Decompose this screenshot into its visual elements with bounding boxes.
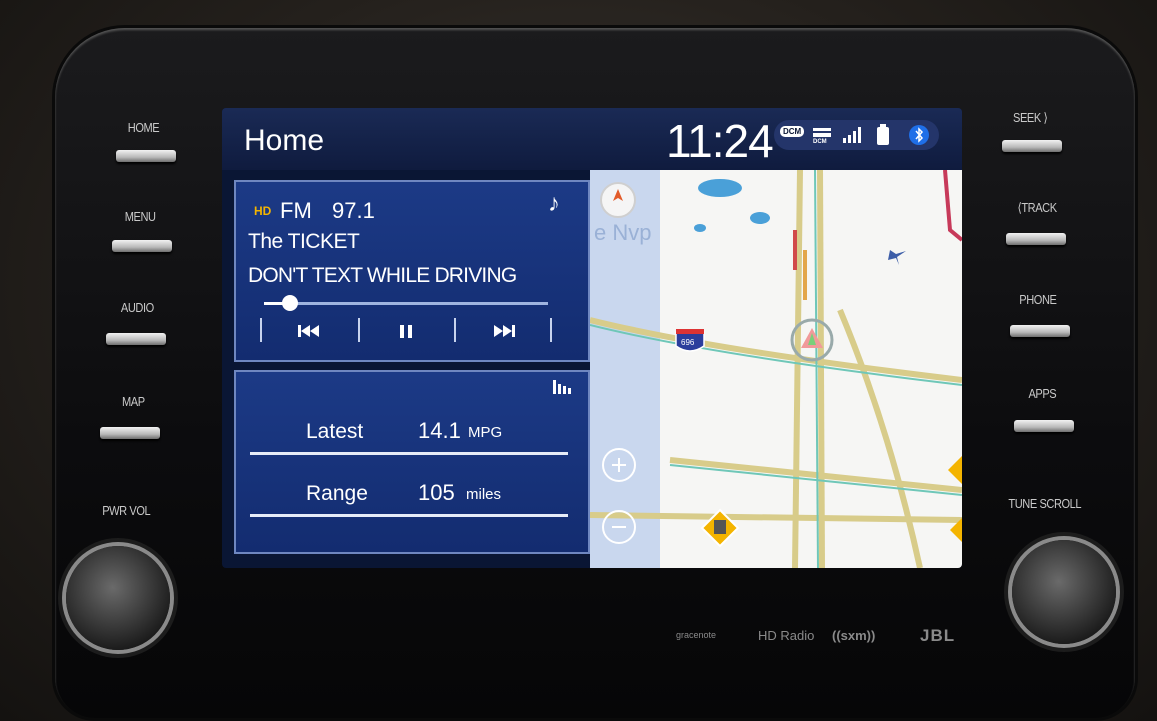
apps-hw-label: APPS (1028, 386, 1057, 401)
station-name: The TICKET (248, 230, 360, 253)
divider (260, 318, 262, 342)
divider (550, 318, 552, 342)
map-tile[interactable]: 696 e Nvp (590, 170, 962, 568)
progress-track[interactable] (264, 295, 548, 311)
hd-radio-logo: HD Radio (758, 628, 815, 643)
status-bar: DCM DCM (774, 120, 939, 150)
hd-radio-badge: HD (254, 204, 272, 218)
gracenote-logo: gracenote (676, 630, 717, 640)
skip-back-icon (298, 325, 319, 337)
latest-mpg-unit: MPG (468, 424, 503, 441)
progress-knob[interactable] (281, 295, 298, 311)
zoom-out-button[interactable] (602, 510, 636, 544)
phone-hw-button[interactable] (1010, 325, 1070, 337)
music-note-icon: ♪ (548, 190, 560, 217)
pwr-vol-label: PWR VOL (102, 503, 151, 518)
home-hw-label: HOME (127, 120, 160, 135)
map-hw-label: MAP (122, 394, 145, 409)
seek-hw-button[interactable] (1002, 140, 1062, 152)
title-bar: Home 11:24 DCM DCM (222, 108, 962, 170)
track-hw-button[interactable] (1006, 233, 1066, 245)
audio-hw-button[interactable] (106, 333, 166, 345)
plus-icon (612, 458, 626, 472)
zoom-in-button[interactable] (602, 448, 636, 482)
next-button[interactable] (462, 316, 542, 346)
bluetooth-icon (908, 124, 930, 151)
signal-strength-icon (842, 126, 864, 149)
route-shield-label: 696 (681, 338, 695, 347)
playback-controls (260, 316, 560, 346)
volume-knob[interactable] (66, 546, 170, 650)
airport-icon (888, 250, 906, 265)
pause-icon (400, 325, 412, 338)
compass-button[interactable] (600, 182, 636, 218)
audio-hw-label: AUDIO (120, 300, 154, 315)
tune-scroll-label: TUNE SCROLL (1008, 496, 1082, 511)
menu-hw-button[interactable] (112, 240, 172, 252)
row-divider (250, 514, 568, 517)
tune-knob[interactable] (1012, 540, 1116, 644)
menu-hw-label: MENU (124, 209, 156, 224)
latest-mpg-value: 14.1 (418, 418, 461, 443)
song-title: DON'T TEXT WHILE DRIVING (248, 264, 517, 287)
track-hw-label: ⟨TRACK (1017, 200, 1057, 215)
apps-hw-button[interactable] (1014, 420, 1074, 432)
row-divider (250, 452, 568, 455)
phone-hw-label: PHONE (1019, 292, 1057, 307)
bar-chart-icon (552, 378, 572, 401)
brand-row: gracenote HD Radio ((sxm)) JBL (676, 626, 966, 650)
battery-icon (876, 124, 890, 151)
home-hw-button[interactable] (116, 150, 176, 162)
audio-widget[interactable]: HD FM 97.1 ♪ The TICKET DON'T TEXT WHILE… (234, 180, 590, 362)
range-label: Range (306, 482, 368, 505)
seek-hw-label: SEEK ⟩ (1013, 110, 1048, 125)
divider (454, 318, 456, 342)
pause-button[interactable] (366, 316, 446, 346)
band-label: FM (280, 198, 312, 223)
touchscreen: Home 11:24 DCM DCM 696 e Nvp HD FM 97.1 … (222, 108, 962, 568)
minus-icon (612, 526, 626, 528)
dcm-sub-label: DCM (813, 139, 827, 145)
frequency-label: 97.1 (332, 198, 375, 223)
clock: 11:24 (666, 115, 774, 167)
fuel-economy-widget[interactable]: Latest 14.1 MPG Range 105 miles (234, 370, 590, 554)
sxm-logo: ((sxm)) (832, 628, 876, 643)
latest-label: Latest (306, 420, 364, 443)
range-value: 105 (418, 480, 455, 505)
map-hw-button[interactable] (100, 427, 160, 439)
compass-icon (613, 189, 623, 201)
dcm-badge: DCM (780, 126, 805, 137)
previous-button[interactable] (270, 316, 350, 346)
skip-forward-icon (494, 325, 515, 337)
jbl-logo: JBL (920, 626, 956, 645)
divider (358, 318, 360, 342)
range-unit: miles (466, 486, 502, 503)
page-title: Home (244, 124, 325, 157)
map-faded-label: e Nvp (594, 220, 652, 245)
